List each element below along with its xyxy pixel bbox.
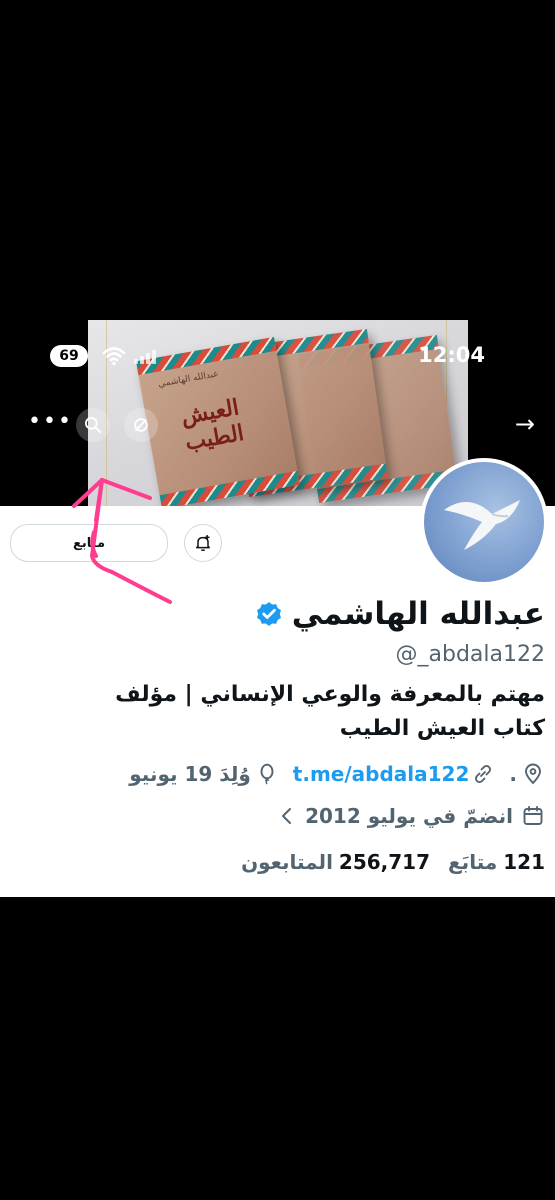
book-author: عبدالله الهاشمي xyxy=(157,369,220,390)
profile-link[interactable]: t.me/abdala122 xyxy=(293,762,470,786)
signal-icon xyxy=(134,348,162,364)
follow-stats: 121 متابَع 256,717 المتابعون xyxy=(241,850,545,874)
seagull-image xyxy=(444,500,520,550)
following-button[interactable]: متابع xyxy=(10,524,168,562)
bio-line: كتاب العيش الطيب xyxy=(339,716,545,741)
following-count[interactable]: 121 xyxy=(503,850,545,874)
location-icon xyxy=(525,763,541,785)
profile-name: عبدالله الهاشمي xyxy=(291,596,545,632)
following-label[interactable]: متابَع xyxy=(448,850,497,874)
back-arrow-icon[interactable]: → xyxy=(515,410,535,438)
followers-count[interactable]: 256,717 xyxy=(339,850,430,874)
profile-meta-row: . t.me/abdala122 وُلِدَ 19 يونيو xyxy=(129,762,545,786)
link-icon xyxy=(475,765,492,783)
search-icon xyxy=(85,417,102,434)
profile-screenshot: عبدالله الهاشمي العيش الطيب 69 12:04 ••• xyxy=(0,320,555,897)
search-button[interactable] xyxy=(76,408,110,442)
sync-off-button[interactable] xyxy=(124,408,158,442)
location-text: . xyxy=(509,762,517,786)
no-sync-icon xyxy=(134,418,148,432)
profile-meta-row-2: انضمّ في يوليو 2012 xyxy=(275,804,545,828)
verified-icon[interactable] xyxy=(254,599,284,629)
calendar-icon xyxy=(523,806,543,825)
joined-text: انضمّ في يوليو 2012 xyxy=(305,804,513,828)
wifi-icon xyxy=(102,347,126,366)
balloon-icon xyxy=(260,763,274,785)
profile-handle: @_abdala122 xyxy=(395,642,545,667)
profile-bio: مهتم بالمعرفة والوعي الإنساني | مؤلف كتا… xyxy=(15,678,545,746)
status-bar: 69 12:04 xyxy=(0,342,555,372)
bio-line: مهتم بالمعرفة والوعي الإنساني | مؤلف xyxy=(115,682,545,707)
chevron-left-icon[interactable] xyxy=(275,804,299,828)
status-time: 12:04 xyxy=(418,343,485,367)
notifications-button[interactable] xyxy=(184,524,222,562)
birthday-text: وُلِدَ 19 يونيو xyxy=(129,762,251,786)
more-icon[interactable]: ••• xyxy=(28,411,73,433)
profile-name-row: عبدالله الهاشمي xyxy=(254,592,545,636)
followers-label[interactable]: المتابعون xyxy=(241,850,333,874)
battery-indicator: 69 xyxy=(50,345,88,367)
bell-plus-icon xyxy=(196,535,210,552)
book-title: العيش الطيب xyxy=(179,394,246,456)
avatar[interactable] xyxy=(420,458,548,586)
